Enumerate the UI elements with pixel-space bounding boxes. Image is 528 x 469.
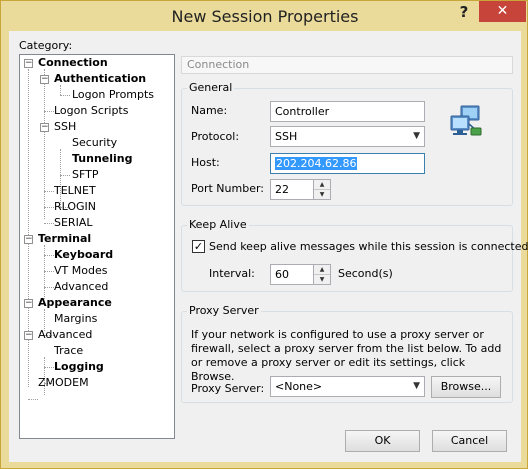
tree-line	[44, 223, 54, 224]
collapse-icon[interactable]: −	[40, 123, 49, 132]
port-field[interactable]: 22	[270, 179, 314, 200]
tree-item-telnet[interactable]: TELNET	[54, 183, 96, 199]
tree-item-logging[interactable]: Logging	[54, 359, 104, 375]
port-label: Port Number:	[191, 182, 265, 195]
spin-up-icon[interactable]: ▲	[314, 180, 330, 190]
protocol-label: Protocol:	[191, 130, 240, 143]
tree-item-ssh[interactable]: SSH	[54, 119, 76, 135]
protocol-value: SSH	[275, 130, 298, 143]
chevron-down-icon: ▼	[413, 381, 420, 391]
tree-line	[28, 399, 38, 400]
collapse-icon[interactable]: −	[24, 235, 33, 244]
ok-button[interactable]: OK	[345, 430, 420, 452]
interval-label: Interval:	[209, 267, 255, 280]
collapse-icon[interactable]: −	[24, 299, 33, 308]
collapse-icon[interactable]: −	[40, 75, 49, 84]
host-field[interactable]: 202.204.62.86	[270, 153, 425, 174]
collapse-icon[interactable]: −	[24, 331, 33, 340]
interval-unit: Second(s)	[338, 267, 393, 280]
general-group-title: General	[187, 81, 235, 94]
dialog-body: Category: − − − − − − Connection Authent…	[9, 31, 528, 462]
browse-button[interactable]: Browse...	[431, 376, 501, 398]
name-field[interactable]: Controller	[270, 101, 425, 122]
name-label: Name:	[191, 104, 228, 117]
proxy-server-select[interactable]: <None> ▼	[270, 376, 425, 397]
tree-item-margins[interactable]: Margins	[54, 311, 97, 327]
category-label: Category:	[19, 39, 73, 52]
tree-item-advanced-root[interactable]: Advanced	[38, 327, 92, 343]
tree-item-authentication[interactable]: Authentication	[54, 71, 146, 87]
tree-line	[44, 287, 54, 288]
collapse-icon[interactable]: −	[24, 59, 33, 68]
tree-item-sftp[interactable]: SFTP	[72, 167, 98, 183]
help-button[interactable]: ?	[453, 3, 475, 23]
tree-item-connection[interactable]: Connection	[38, 55, 108, 71]
protocol-select[interactable]: SSH ▼	[270, 126, 425, 147]
tree-item-trace[interactable]: Trace	[54, 343, 83, 359]
spin-down-icon[interactable]: ▼	[314, 190, 330, 200]
tree-line	[44, 271, 54, 272]
tree-item-rlogin[interactable]: RLOGIN	[54, 199, 96, 215]
tree-item-keyboard[interactable]: Keyboard	[54, 247, 113, 263]
tree-line	[44, 111, 54, 112]
cancel-button[interactable]: Cancel	[432, 430, 507, 452]
tree-item-appearance[interactable]: Appearance	[38, 295, 112, 311]
close-icon: ✕	[496, 3, 509, 19]
tree-item-vt-modes[interactable]: VT Modes	[54, 263, 107, 279]
tree-item-security[interactable]: Security	[72, 135, 117, 151]
proxy-server-label: Proxy Server:	[191, 382, 265, 395]
keepalive-checkbox-label[interactable]: Send keep alive messages while this sess…	[209, 240, 528, 253]
tree-line	[44, 191, 54, 192]
host-label: Host:	[191, 156, 220, 169]
window-title: New Session Properties	[171, 7, 359, 26]
tree-line	[44, 207, 54, 208]
tree-line	[60, 95, 70, 96]
port-stepper[interactable]: ▲ ▼	[314, 179, 331, 200]
chevron-down-icon: ▼	[413, 131, 420, 141]
title-bar: New Session Properties ? ✕	[1, 1, 527, 31]
keepalive-group-title: Keep Alive	[187, 218, 249, 231]
dialog-window: New Session Properties ? ✕ Category: − −…	[0, 0, 528, 469]
close-button[interactable]: ✕	[479, 1, 526, 22]
tree-line	[44, 367, 54, 368]
tree-line	[44, 245, 45, 299]
tree-line	[44, 255, 54, 256]
interval-stepper[interactable]: ▲ ▼	[314, 264, 331, 285]
interval-field[interactable]: 60	[270, 264, 314, 285]
spin-up-icon[interactable]: ▲	[314, 265, 330, 275]
keepalive-group	[181, 225, 513, 292]
proxy-group-title: Proxy Server	[187, 304, 261, 317]
tree-item-logon-scripts[interactable]: Logon Scripts	[54, 103, 128, 119]
network-computers-icon	[450, 105, 482, 136]
tree-item-tunneling[interactable]: Tunneling	[72, 151, 133, 167]
tree-item-logon-prompts[interactable]: Logon Prompts	[72, 87, 154, 103]
spin-down-icon[interactable]: ▼	[314, 275, 330, 285]
host-value: 202.204.62.86	[275, 157, 358, 170]
proxy-server-value: <None>	[275, 380, 323, 393]
tree-item-advanced[interactable]: Advanced	[54, 279, 108, 295]
tree-item-zmodem[interactable]: ZMODEM	[38, 375, 89, 391]
tree-line	[44, 69, 45, 219]
tree-item-serial[interactable]: SERIAL	[54, 215, 92, 231]
tree-item-terminal[interactable]: Terminal	[38, 231, 91, 247]
tree-line	[60, 175, 70, 176]
keepalive-checkbox[interactable]: ✓	[192, 240, 205, 253]
panel-header: Connection	[181, 56, 513, 74]
category-tree[interactable]: − − − − − − Connection Authentication Lo…	[19, 54, 175, 439]
